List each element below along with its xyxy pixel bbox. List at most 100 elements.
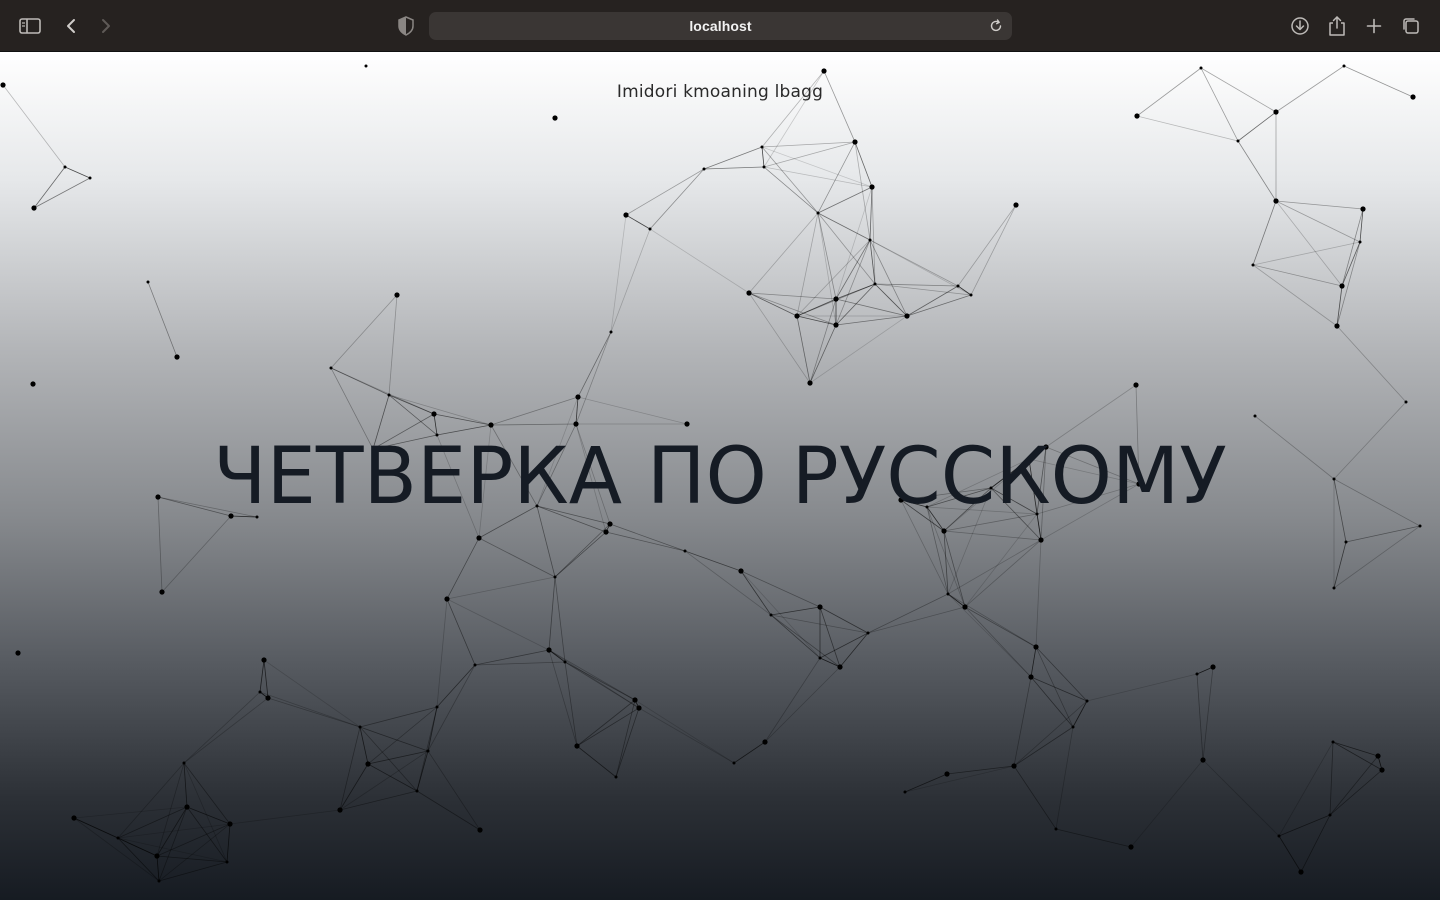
network-node	[852, 139, 858, 145]
network-node	[833, 322, 839, 328]
network-line	[1252, 241, 1361, 266]
network-line	[625, 168, 705, 216]
network-node	[904, 313, 910, 319]
share-button[interactable]	[1323, 12, 1351, 40]
network-node	[1085, 699, 1089, 703]
network-node	[574, 743, 580, 749]
network-line	[339, 763, 369, 811]
download-button[interactable]	[1286, 12, 1314, 40]
network-node	[869, 184, 875, 190]
network-line	[649, 228, 750, 294]
network-node	[807, 380, 813, 386]
network-node	[732, 761, 736, 765]
network-line	[770, 614, 869, 634]
network-line	[147, 281, 178, 358]
network-line	[416, 790, 481, 831]
network-line	[869, 186, 873, 241]
network-node	[794, 313, 800, 319]
network-line	[605, 531, 686, 552]
network-node	[444, 596, 450, 602]
shield-icon[interactable]	[397, 16, 415, 36]
network-node	[762, 165, 766, 169]
network-node	[821, 68, 827, 74]
tab-overview-button[interactable]	[1397, 12, 1425, 40]
network-line	[183, 691, 261, 764]
forward-button[interactable]	[92, 12, 120, 40]
network-line	[73, 817, 158, 857]
reload-icon	[990, 19, 1002, 32]
network-node	[837, 664, 843, 670]
network-line	[388, 394, 438, 436]
network-line	[609, 523, 686, 552]
network-node	[762, 739, 768, 745]
network-line	[869, 239, 908, 317]
network-line	[947, 593, 1037, 648]
network-line	[554, 523, 611, 578]
network-line	[809, 315, 908, 384]
network-node	[607, 521, 613, 527]
network-line	[1278, 814, 1331, 837]
network-line	[576, 699, 636, 747]
network-line	[1055, 726, 1074, 830]
reload-button[interactable]	[984, 14, 1008, 38]
network-line	[625, 214, 651, 230]
network-line	[835, 283, 876, 326]
network-node	[941, 528, 947, 534]
network-line	[964, 606, 1032, 678]
network-node	[1418, 524, 1422, 528]
network-node	[575, 394, 581, 400]
network-line	[649, 168, 705, 230]
network-node	[394, 292, 400, 298]
network-line	[1252, 264, 1338, 327]
network-line	[733, 741, 766, 764]
network-line	[1252, 200, 1277, 266]
network-node	[364, 64, 368, 68]
network-line	[906, 294, 972, 317]
network-line	[1202, 666, 1214, 761]
new-tab-button[interactable]	[1360, 12, 1388, 40]
network-node	[956, 284, 960, 288]
network-line	[339, 790, 418, 811]
network-node	[944, 771, 950, 777]
network-node	[387, 393, 391, 397]
network-line	[835, 239, 871, 300]
network-line	[809, 298, 837, 384]
network-node	[1331, 740, 1335, 744]
address-bar[interactable]: localhost	[429, 12, 1012, 40]
back-button[interactable]	[57, 12, 85, 40]
network-line	[703, 166, 765, 170]
network-line	[548, 649, 636, 701]
network-node	[225, 860, 229, 864]
network-node	[1128, 844, 1134, 850]
network-line	[433, 413, 492, 426]
network-line	[854, 141, 873, 188]
network-node	[265, 695, 271, 701]
network-line	[1202, 759, 1280, 837]
sidebar-toggle-icon[interactable]	[16, 12, 44, 40]
network-node	[546, 647, 552, 653]
hero-title: ЧЕТВЕРКА ПО РУССКОМУ	[213, 432, 1227, 522]
network-node	[415, 789, 419, 793]
network-node	[818, 656, 822, 660]
network-node	[1028, 674, 1034, 680]
network-line	[867, 593, 949, 634]
network-line	[1332, 741, 1379, 757]
network-line	[1336, 325, 1407, 403]
network-line	[634, 699, 735, 764]
network-line	[1196, 673, 1204, 761]
network-line	[1035, 646, 1088, 702]
network-node	[702, 167, 706, 171]
chevron-left-icon	[67, 19, 75, 33]
network-node	[154, 853, 160, 859]
network-line	[490, 423, 577, 426]
network-line	[229, 809, 341, 825]
network-line	[947, 593, 1032, 678]
network-node	[1328, 813, 1332, 817]
download-icon	[1291, 17, 1309, 35]
network-node	[746, 290, 752, 296]
chevron-right-icon	[102, 19, 110, 33]
network-line	[610, 228, 651, 333]
network-line	[1136, 115, 1239, 142]
network-line	[764, 657, 821, 743]
network-line	[684, 550, 742, 572]
